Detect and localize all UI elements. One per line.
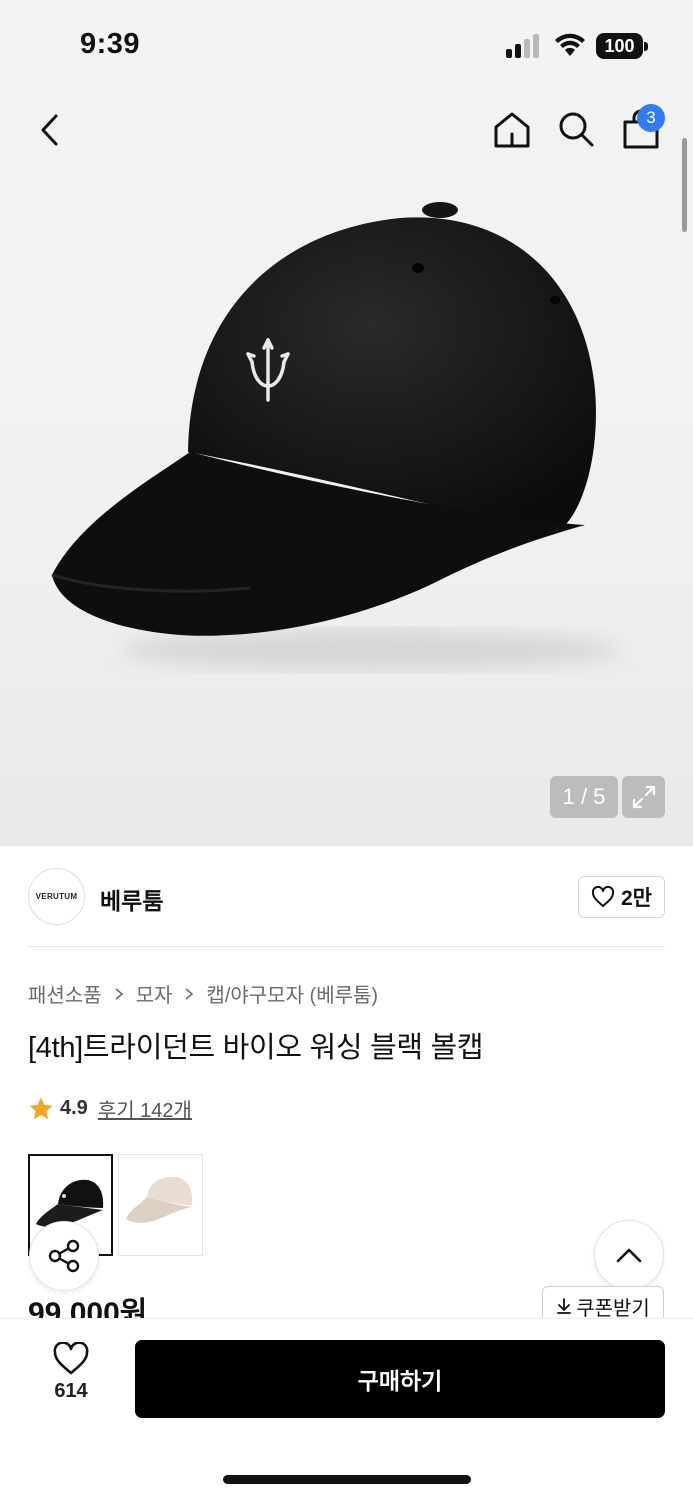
- expand-icon: [632, 785, 655, 809]
- chevron-right-icon: [115, 987, 123, 1000]
- scrollbar[interactable]: [682, 138, 687, 232]
- brand-like-count: 2만: [621, 887, 652, 910]
- home-button[interactable]: [488, 106, 536, 154]
- brand-logo[interactable]: VERUTUM: [28, 868, 85, 925]
- download-icon: [557, 1298, 572, 1314]
- product-image-gallery[interactable]: 9:39 100 3 1 / 5: [0, 0, 693, 846]
- wifi-icon: [555, 33, 585, 56]
- heart-icon: [53, 1342, 89, 1375]
- breadcrumb: 패션소품 모자 캡/야구모자 (베루툼): [28, 979, 378, 1008]
- gallery-page-counter: 1 / 5: [550, 776, 618, 818]
- review-link[interactable]: 후기 142개: [98, 1094, 192, 1123]
- expand-button[interactable]: [622, 776, 665, 818]
- breadcrumb-item[interactable]: 모자: [136, 979, 173, 1008]
- brand-like-button[interactable]: 2만: [578, 876, 665, 918]
- search-icon: [559, 112, 594, 147]
- home-icon: [494, 112, 530, 148]
- battery-level: 100: [596, 33, 643, 59]
- rating-row: 4.9 후기 142개: [28, 1094, 192, 1123]
- wishlist-button[interactable]: 614: [38, 1342, 104, 1414]
- brand-row[interactable]: VERUTUM 베루툼 2만: [28, 866, 665, 928]
- rating-value: 4.9: [60, 1097, 88, 1119]
- chevron-right-icon: [185, 987, 194, 1000]
- share-icon: [48, 1239, 80, 1273]
- wishlist-count: 614: [54, 1380, 88, 1402]
- thumbnail-image: [119, 1155, 202, 1255]
- brand-name[interactable]: 베루툼: [100, 882, 163, 916]
- breadcrumb-item[interactable]: 패션소품: [28, 979, 102, 1008]
- back-icon: [41, 114, 58, 146]
- heart-icon: [591, 886, 615, 907]
- breadcrumb-item[interactable]: 캡/야구모자 (베루툼): [206, 979, 378, 1008]
- signal-icon: [506, 34, 539, 58]
- divider: [28, 946, 665, 947]
- battery-cap: [644, 42, 648, 51]
- cart-count-badge: 3: [637, 104, 665, 132]
- color-option-thumbnail[interactable]: [118, 1154, 203, 1256]
- search-button[interactable]: [553, 106, 599, 152]
- star-icon: [29, 1097, 53, 1119]
- chevron-up-icon: [616, 1248, 642, 1263]
- share-button[interactable]: [29, 1221, 99, 1291]
- status-bar: 9:39 100: [0, 0, 693, 92]
- home-indicator: [223, 1475, 471, 1484]
- coupon-label: 쿠폰받기: [576, 1297, 650, 1320]
- battery-indicator: 100: [596, 33, 648, 59]
- product-image: [51, 202, 620, 670]
- buy-button[interactable]: 구매하기: [135, 1340, 665, 1418]
- scroll-to-top-button[interactable]: [594, 1220, 664, 1290]
- status-time: 9:39: [80, 28, 141, 60]
- product-title: [4th]트라이던트 바이오 워싱 블랙 볼캡: [28, 1032, 484, 1064]
- back-button[interactable]: [28, 108, 72, 152]
